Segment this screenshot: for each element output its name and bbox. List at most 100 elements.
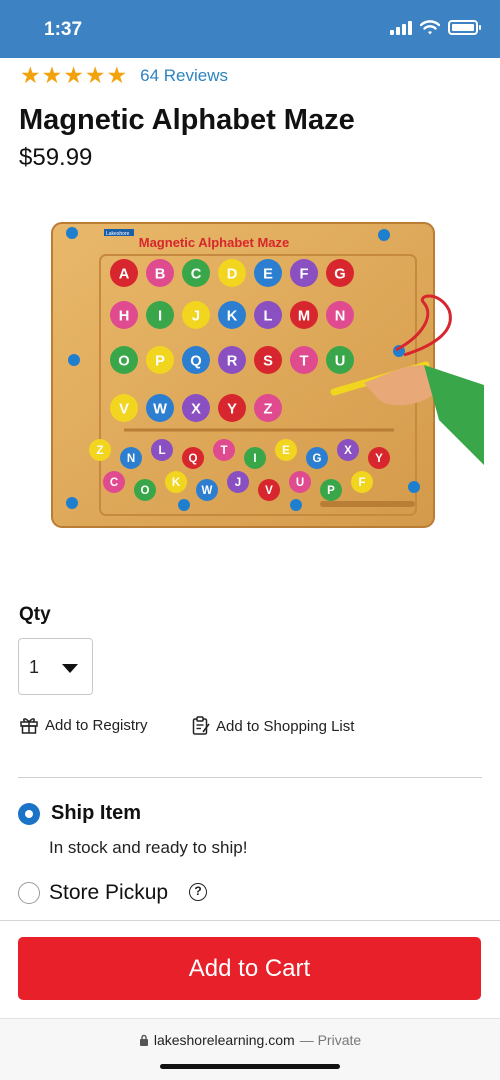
store-pickup-radio[interactable]: [18, 882, 40, 904]
svg-text:X: X: [191, 401, 201, 417]
product-title: Magnetic Alphabet Maze: [19, 104, 355, 136]
product-image[interactable]: Lakeshore Magnetic Alphabet Maze A B C D E F G…: [44, 215, 484, 535]
status-icons: [390, 20, 481, 35]
status-bar: 1:37: [0, 0, 500, 58]
letter-balloon: X: [182, 394, 210, 422]
lock-icon: [139, 1034, 148, 1046]
svg-text:P: P: [155, 353, 165, 369]
svg-text:S: S: [263, 353, 273, 369]
letter-balloon: H: [110, 301, 138, 329]
add-to-registry-link[interactable]: Add to Registry: [19, 716, 148, 734]
reviews-link[interactable]: 64 Reviews: [140, 66, 228, 86]
letter-balloon: T: [290, 346, 318, 374]
letter-balloon: K: [218, 301, 246, 329]
letter-balloon: Y: [218, 394, 246, 422]
svg-text:E: E: [263, 266, 273, 282]
svg-text:Q: Q: [190, 353, 201, 369]
clipboard-list-icon: [192, 716, 210, 735]
letter-balloon: A: [110, 259, 138, 287]
letter-balloon: I: [244, 447, 266, 469]
svg-text:J: J: [192, 308, 200, 324]
svg-text:F: F: [300, 266, 309, 282]
add-to-registry-label: Add to Registry: [45, 716, 148, 734]
add-to-shopping-list-link[interactable]: Add to Shopping List: [192, 716, 354, 736]
svg-text:L: L: [158, 445, 165, 457]
svg-text:W: W: [202, 485, 213, 497]
qty-select[interactable]: 1: [18, 638, 93, 695]
cellular-signal-icon: [390, 20, 412, 35]
letter-balloon: N: [120, 447, 142, 469]
letter-balloon: E: [254, 259, 282, 287]
letter-balloon: F: [351, 471, 373, 493]
ship-item-label[interactable]: Ship Item: [51, 802, 141, 825]
letter-balloon: P: [146, 346, 174, 374]
letter-balloon: D: [218, 259, 246, 287]
svg-text:A: A: [119, 266, 130, 282]
svg-text:G: G: [334, 266, 345, 282]
letter-balloon: K: [165, 471, 187, 493]
letter-balloon: R: [218, 346, 246, 374]
letter-balloon: V: [110, 394, 138, 422]
letter-balloon: Q: [182, 346, 210, 374]
store-pickup-label[interactable]: Store Pickup: [49, 881, 168, 905]
letter-balloon: G: [326, 259, 354, 287]
letter-balloon: Y: [368, 447, 390, 469]
letter-balloon: Q: [182, 447, 204, 469]
letter-balloon: O: [134, 479, 156, 501]
svg-text:K: K: [227, 308, 238, 324]
letter-balloon: V: [258, 479, 280, 501]
svg-text:T: T: [300, 353, 309, 369]
svg-text:U: U: [335, 353, 346, 369]
svg-text:Q: Q: [189, 453, 198, 465]
letter-balloon: X: [337, 439, 359, 461]
letter-balloon: G: [306, 447, 328, 469]
svg-text:G: G: [313, 453, 322, 465]
divider: [18, 777, 482, 778]
svg-text:B: B: [155, 266, 166, 282]
qty-label: Qty: [19, 604, 51, 625]
letter-balloon: W: [196, 479, 218, 501]
letter-balloon: U: [289, 471, 311, 493]
svg-text:V: V: [265, 485, 273, 497]
svg-text:O: O: [141, 485, 150, 497]
svg-text:L: L: [264, 308, 273, 324]
letter-balloon: W: [146, 394, 174, 422]
svg-text:H: H: [119, 308, 130, 324]
letter-balloon: S: [254, 346, 282, 374]
svg-text:R: R: [227, 353, 238, 369]
letter-balloon: C: [182, 259, 210, 287]
letter-balloon: E: [275, 439, 297, 461]
url-row[interactable]: lakeshorelearning.com — Private: [0, 1014, 500, 1066]
url-domain: lakeshorelearning.com: [153, 1032, 295, 1048]
chevron-down-icon: [62, 664, 78, 673]
rating-row: ★★★★★ 64 Reviews: [20, 62, 228, 89]
letter-balloon: U: [326, 346, 354, 374]
svg-text:Z: Z: [96, 445, 103, 457]
letter-balloon: J: [182, 301, 210, 329]
svg-text:J: J: [235, 477, 241, 489]
svg-text:Y: Y: [375, 453, 383, 465]
status-time: 1:37: [44, 19, 83, 40]
wifi-icon: [420, 20, 440, 35]
ship-item-radio[interactable]: [18, 803, 40, 825]
svg-text:W: W: [153, 401, 167, 417]
board-title: Magnetic Alphabet Maze: [139, 235, 289, 250]
letter-balloon: T: [213, 439, 235, 461]
product-price: $59.99: [19, 144, 93, 171]
add-to-cart-button[interactable]: Add to Cart: [18, 937, 481, 1000]
add-to-shopping-list-label: Add to Shopping List: [216, 717, 355, 735]
svg-text:Z: Z: [264, 401, 273, 417]
help-icon[interactable]: ?: [189, 883, 207, 901]
stock-status: In stock and ready to ship!: [49, 838, 248, 857]
svg-text:D: D: [227, 266, 238, 282]
board-brand: Lakeshore: [106, 231, 130, 237]
battery-icon: [448, 20, 481, 35]
svg-text:C: C: [191, 266, 202, 282]
letter-balloon: O: [110, 346, 138, 374]
svg-text:V: V: [119, 401, 129, 417]
svg-text:P: P: [327, 485, 335, 497]
letter-balloon: Z: [89, 439, 111, 461]
letter-balloon: P: [320, 479, 342, 501]
letter-balloon: Z: [254, 394, 282, 422]
svg-text:E: E: [282, 445, 290, 457]
